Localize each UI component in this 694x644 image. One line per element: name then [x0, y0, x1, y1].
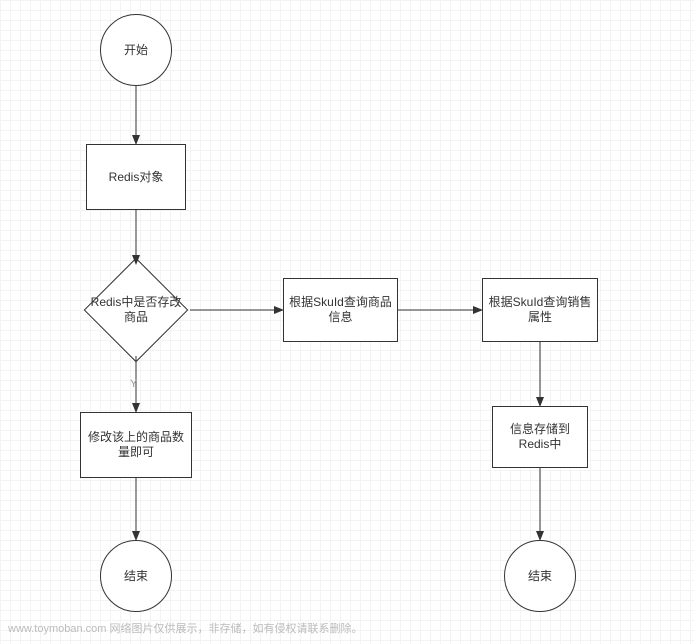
query-attr-node: 根据SkuId查询销售属性 — [482, 278, 598, 342]
start-label: 开始 — [124, 43, 148, 58]
modify-qty-label: 修改该上的商品数量即可 — [85, 430, 187, 460]
redis-obj-label: Redis对象 — [109, 170, 164, 185]
query-product-node: 根据SkuId查询商品信息 — [283, 278, 398, 342]
end-left-label: 结束 — [124, 569, 148, 584]
store-redis-node: 信息存储到Redis中 — [492, 406, 588, 468]
end-left-node: 结束 — [100, 540, 172, 612]
flowchart-canvas: 开始 Redis对象 Redis中是否存改商品 Y 修改该上的商品数量即可 根据… — [0, 0, 694, 644]
modify-qty-node: 修改该上的商品数量即可 — [80, 412, 192, 478]
start-node: 开始 — [100, 14, 172, 86]
store-redis-label: 信息存储到Redis中 — [497, 422, 583, 452]
footer-watermark: www.toymoban.com 网络图片仅供展示，非存储，如有侵权请联系删除。 — [8, 620, 362, 636]
decision-label: Redis中是否存改商品 — [86, 295, 186, 325]
query-attr-label: 根据SkuId查询销售属性 — [487, 295, 593, 325]
end-right-label: 结束 — [528, 569, 552, 584]
redis-obj-node: Redis对象 — [86, 144, 186, 210]
query-product-label: 根据SkuId查询商品信息 — [288, 295, 393, 325]
decision-node: Redis中是否存改商品 — [80, 264, 192, 356]
end-right-node: 结束 — [504, 540, 576, 612]
branch-label-yes: Y — [130, 378, 137, 390]
